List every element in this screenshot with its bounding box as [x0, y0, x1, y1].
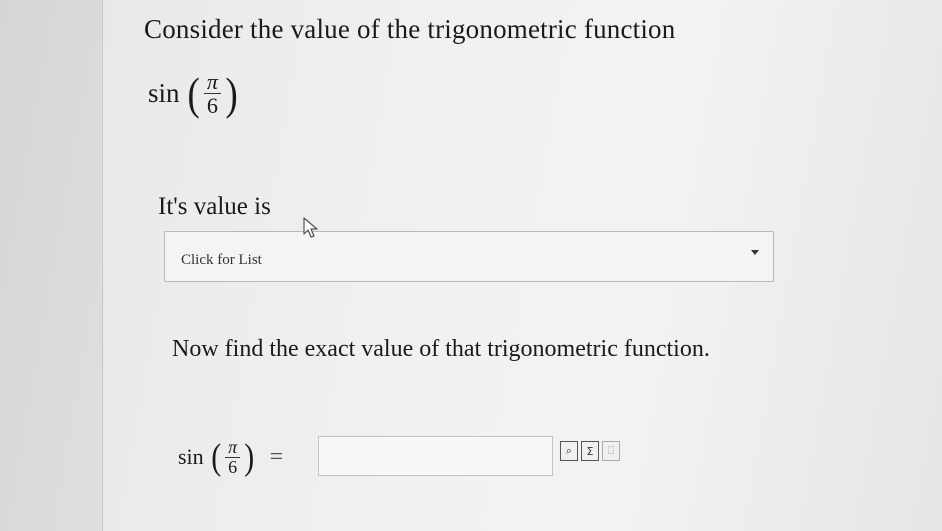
answer-expression: sin ( π 6 ) =: [178, 438, 283, 477]
mouse-pointer-icon: [303, 217, 318, 238]
sigma-icon[interactable]: Σ: [581, 441, 599, 461]
chevron-down-icon: [751, 250, 759, 255]
fraction-denominator: 6: [206, 93, 218, 119]
help-icon[interactable]: ⎕: [602, 441, 620, 461]
left-paren: (: [210, 436, 221, 478]
trig-expression: sin ( π 6 ): [148, 67, 239, 119]
right-paren: ): [225, 67, 238, 119]
fraction-numerator: π: [228, 437, 238, 457]
function-value-dropdown[interactable]: Click for List: [164, 231, 774, 282]
answer-tools: ⌕ Σ ⎕: [560, 441, 620, 461]
answer-input[interactable]: [318, 436, 553, 476]
fraction-denominator: 6: [228, 456, 238, 477]
value-label: It's value is: [158, 193, 271, 220]
right-paren: ): [244, 436, 255, 478]
fraction-numerator: π: [206, 69, 218, 94]
equals-sign: =: [269, 443, 284, 470]
left-paren: (: [187, 67, 200, 119]
preview-icon[interactable]: ⌕: [560, 441, 578, 461]
fraction: π 6: [225, 437, 241, 477]
question-prompt: Consider the value of the trigonometric …: [144, 14, 676, 44]
fraction: π 6: [203, 69, 221, 119]
function-name: sin: [148, 78, 180, 109]
function-name: sin: [178, 444, 204, 470]
dropdown-selected-value: Click for List: [181, 252, 262, 268]
instruction-text: Now find the exact value of that trigono…: [172, 336, 710, 362]
